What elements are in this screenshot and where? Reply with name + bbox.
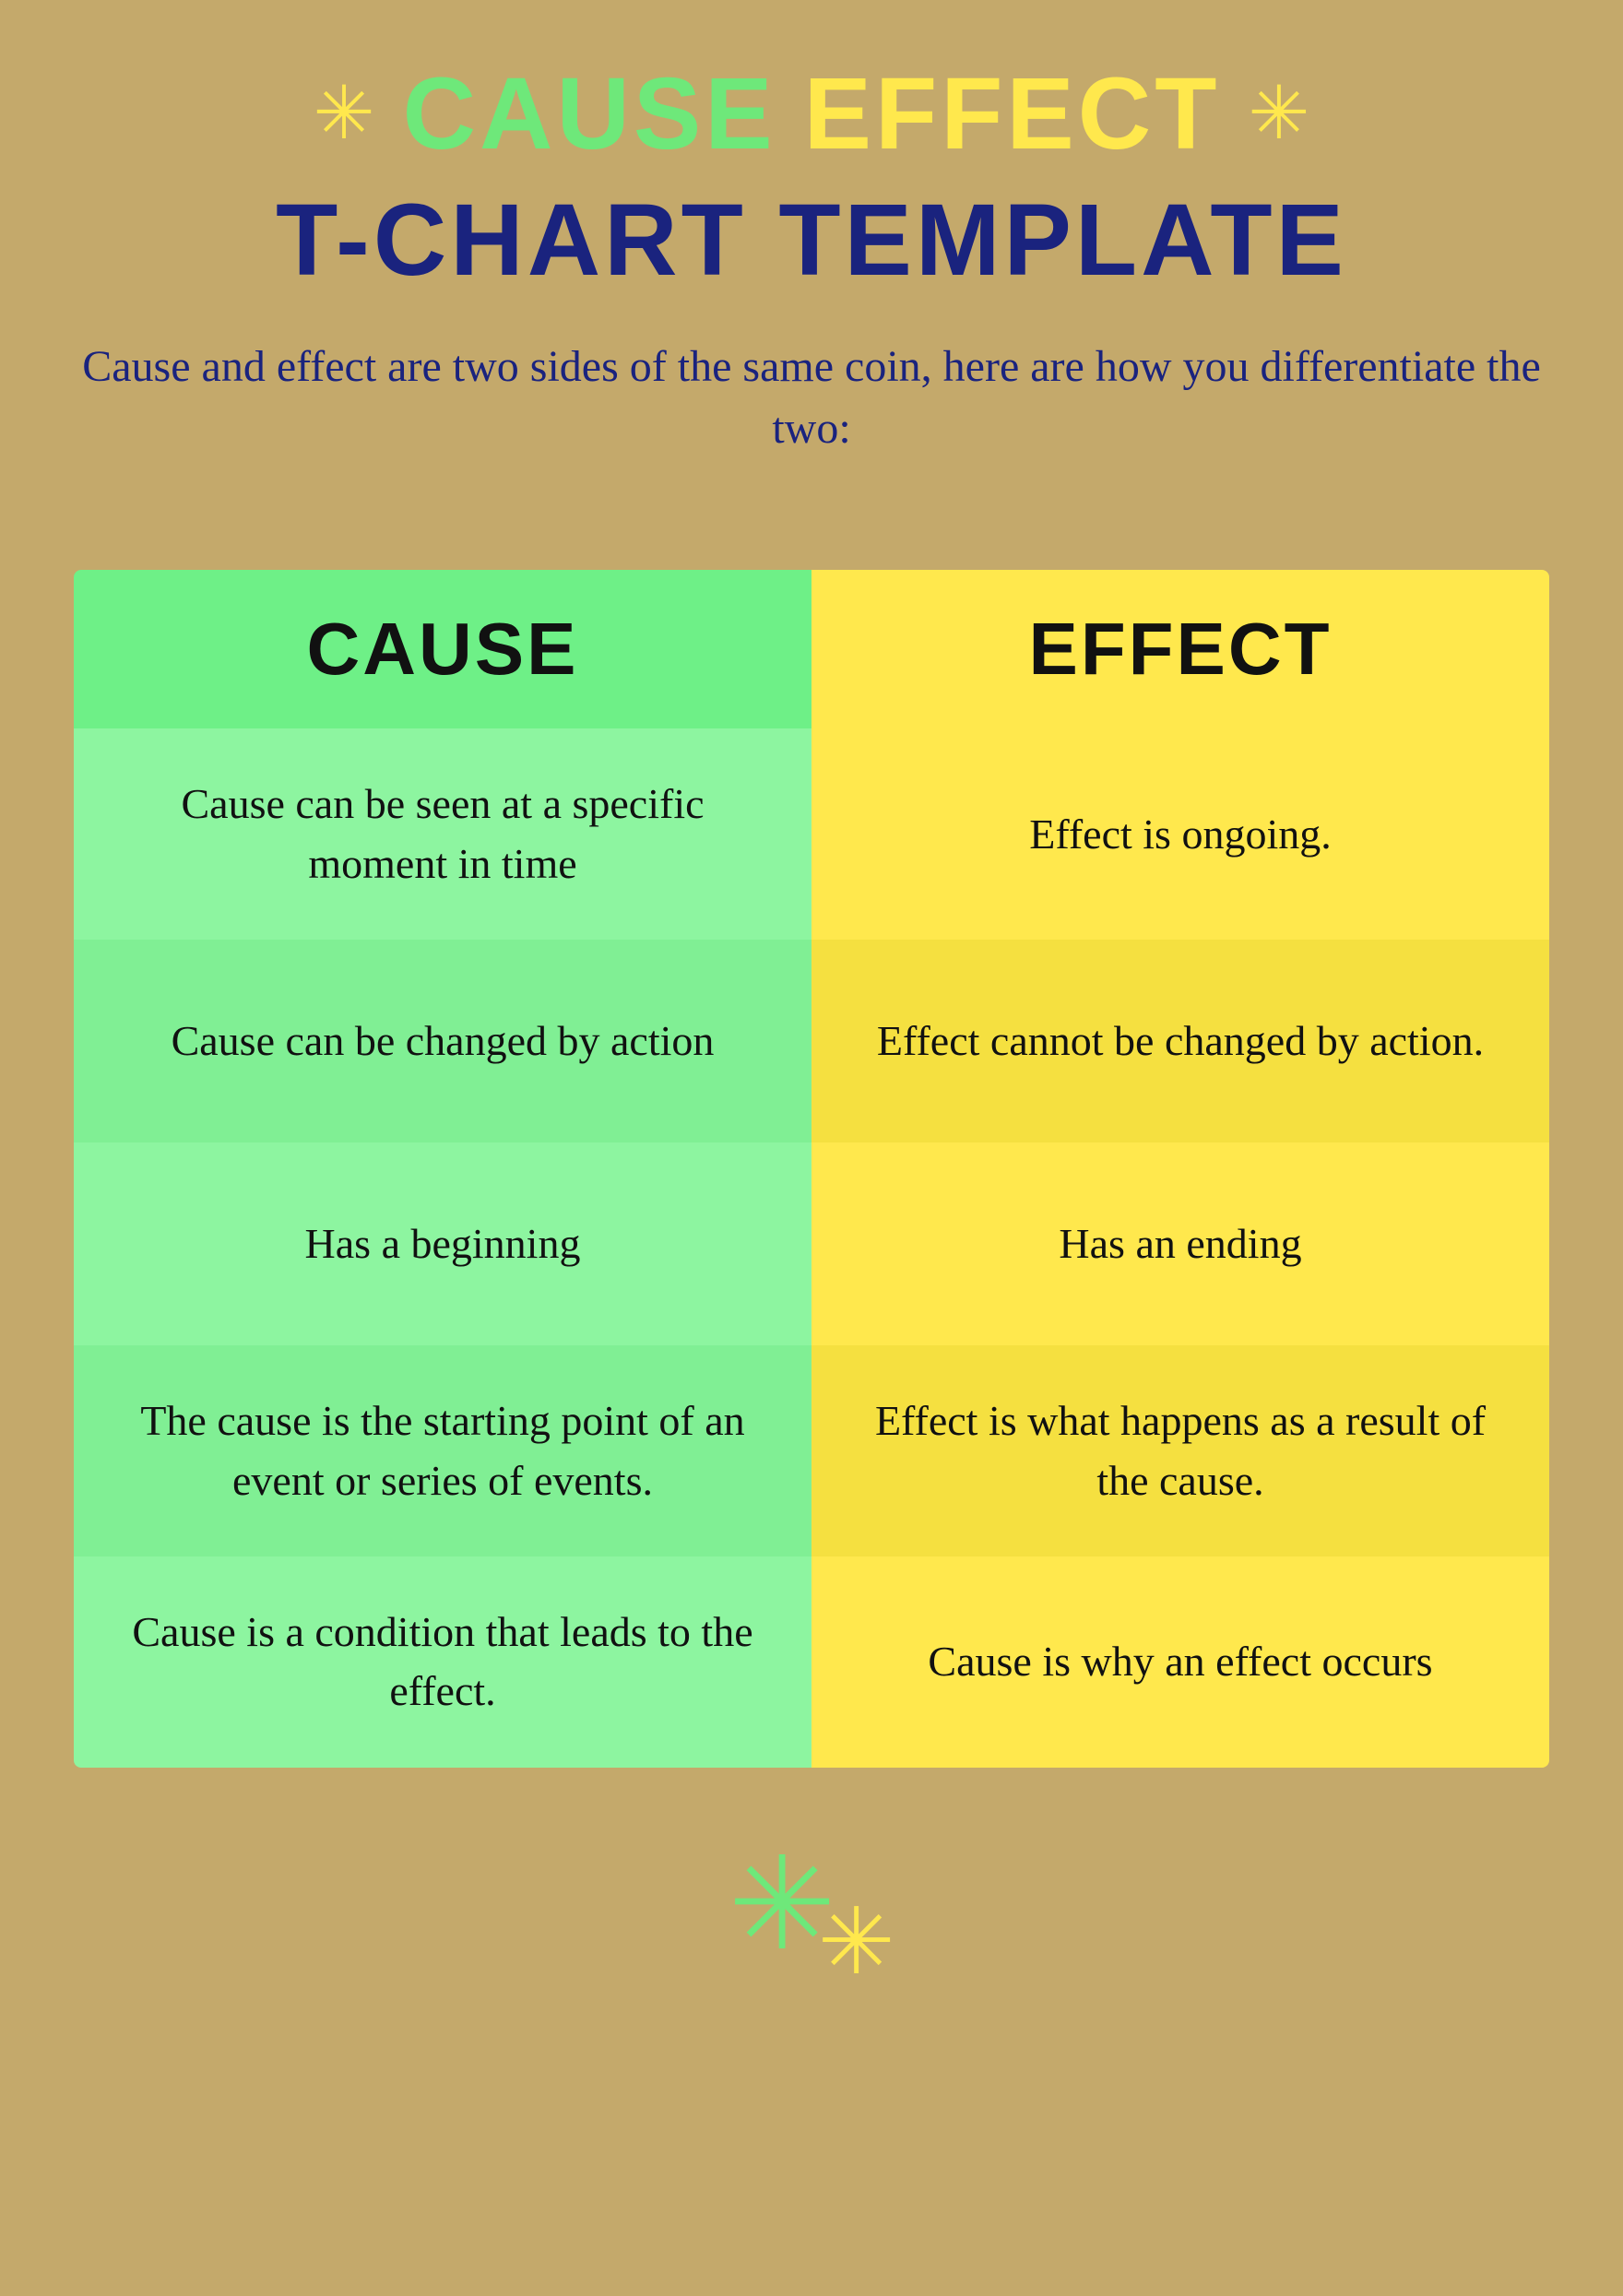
cause-cell-4: The cause is the starting point of an ev…	[74, 1345, 812, 1556]
cause-cell-1: Cause can be seen at a specific moment i…	[74, 728, 812, 940]
cause-cell-5: Cause is a condition that leads to the e…	[74, 1556, 812, 1768]
cause-text-2: Cause can be changed by action	[172, 1012, 715, 1071]
header-section: ✳ CAUSE EFFECT ✳ T-CHART TEMPLATE Cause …	[74, 55, 1549, 515]
title-cause: CAUSE	[403, 55, 776, 172]
effect-cell-3: Has an ending	[812, 1142, 1549, 1345]
cause-cell-2: Cause can be changed by action	[74, 940, 812, 1142]
effect-text-5: Cause is why an effect occurs	[928, 1632, 1432, 1691]
bottom-star-yellow: ✳	[818, 1897, 895, 1989]
effect-cell-1: Effect is ongoing.	[812, 728, 1549, 940]
effect-column-header: EFFECT	[812, 570, 1549, 728]
effect-text-4: Effect is what happens as a result of th…	[867, 1391, 1494, 1510]
cause-column-header: CAUSE	[74, 570, 812, 728]
cause-text-3: Has a beginning	[305, 1214, 581, 1273]
tchart: CAUSE EFFECT Cause can be seen at a spec…	[74, 570, 1549, 1767]
effect-cell-2: Effect cannot be changed by action.	[812, 940, 1549, 1142]
bottom-decoration: ✳ ✳	[728, 1841, 894, 1971]
star-icon-right: ✳	[1248, 77, 1309, 151]
effect-text-1: Effect is ongoing.	[1029, 805, 1331, 864]
effect-text-2: Effect cannot be changed by action.	[877, 1012, 1484, 1071]
star-icon-left: ✳	[314, 77, 375, 151]
cause-cell-3: Has a beginning	[74, 1142, 812, 1345]
title-line2: T-CHART TEMPLATE	[74, 182, 1549, 299]
title-effect: EFFECT	[804, 55, 1221, 172]
cause-text-5: Cause is a condition that leads to the e…	[129, 1603, 756, 1722]
cause-text-4: The cause is the starting point of an ev…	[129, 1391, 756, 1510]
subtitle: Cause and effect are two sides of the sa…	[74, 336, 1549, 459]
effect-cell-4: Effect is what happens as a result of th…	[812, 1345, 1549, 1556]
effect-cell-5: Cause is why an effect occurs	[812, 1556, 1549, 1768]
cause-text-1: Cause can be seen at a specific moment i…	[129, 775, 756, 894]
title-line1: ✳ CAUSE EFFECT ✳	[74, 55, 1549, 172]
effect-text-3: Has an ending	[1059, 1214, 1301, 1273]
